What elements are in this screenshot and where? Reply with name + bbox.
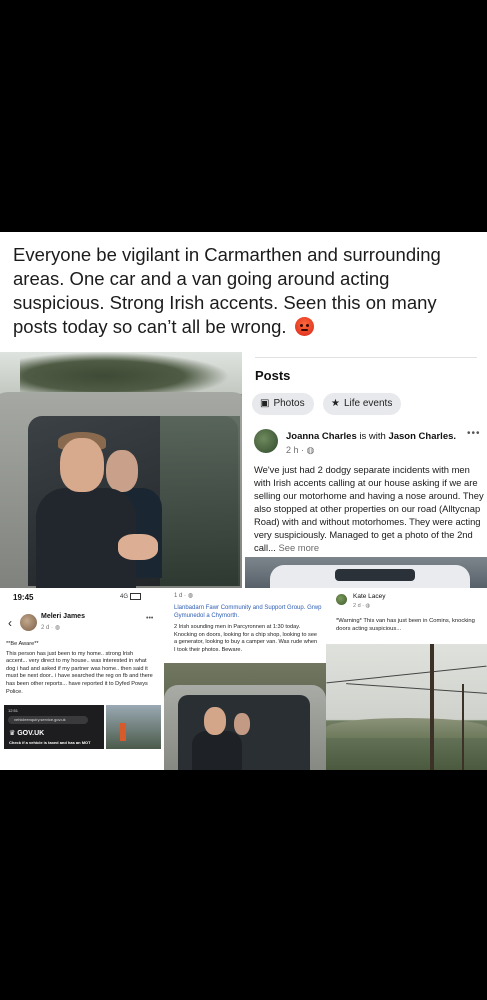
battery-icon <box>130 593 142 600</box>
avatar[interactable] <box>20 614 37 631</box>
crown-icon: ♛ <box>9 730 16 737</box>
status-icons: 4G <box>120 593 142 600</box>
post-time: 2 d · ◍ <box>353 603 371 609</box>
more-options-icon[interactable]: ••• <box>146 615 153 622</box>
see-more-link[interactable]: See more <box>276 542 319 553</box>
page-heading: Check if a vehicle is taxed and has an M… <box>9 740 91 745</box>
screenshot-llanbadarn-group: 1 d · ◍ Llanbadarn Fawr Community and Su… <box>164 588 326 770</box>
url-bar: vehicleenquiry.service.gov.uk <box>8 716 88 724</box>
globe-icon: ◍ <box>365 603 371 609</box>
post-author: Meleri James <box>41 613 85 620</box>
avatar[interactable] <box>254 429 278 453</box>
star-icon: ★ <box>331 398 340 409</box>
car-window-photo[interactable] <box>0 352 242 588</box>
group-name[interactable]: Llanbadarn Fawr Community and Support Gr… <box>174 604 322 620</box>
more-options-icon[interactable]: ••• <box>467 428 481 439</box>
gov-uk-screenshot[interactable]: 12:51 vehicleenquiry.service.gov.uk ♛ GO… <box>4 705 104 749</box>
screenshot-kate-lacey: Kate Lacey 2 d · ◍ *Warning* This van ha… <box>326 588 487 770</box>
van-photo[interactable] <box>245 557 487 588</box>
life-events-chip[interactable]: ★ Life events <box>323 393 402 415</box>
post-body: We've just had 2 dodgy separate incident… <box>254 464 484 553</box>
post-body: **Be Aware** This person has just been t… <box>6 641 153 695</box>
avatar[interactable] <box>336 594 347 605</box>
status-clock: 19:45 <box>13 593 34 602</box>
street-photo[interactable] <box>106 705 161 749</box>
post-panel: Everyone be vigilant in Carmarthen and s… <box>0 232 487 770</box>
post-text: Everyone be vigilant in Carmarthen and s… <box>13 243 483 339</box>
post-time: 1 d · ◍ <box>174 593 193 599</box>
globe-icon: ◍ <box>54 625 60 631</box>
photos-chip[interactable]: ▣ Photos <box>252 393 314 415</box>
post-time: 2 d · ◍ <box>41 625 60 631</box>
photos-icon: ▣ <box>260 398 270 409</box>
post-caption: Everyone be vigilant in Carmarthen and s… <box>13 244 441 337</box>
post-body: *Warning* This van has just been in Comi… <box>336 618 475 632</box>
back-arrow-icon[interactable]: ‹ <box>8 616 12 630</box>
post-time: 2 h · ◍ <box>286 445 315 455</box>
globe-icon: ◍ <box>187 593 193 599</box>
post-author: Joanna Charles is with Jason Charles. <box>286 431 457 442</box>
globe-icon: ◍ <box>306 445 315 455</box>
road-photo[interactable] <box>326 644 487 770</box>
car-photo[interactable] <box>164 663 326 770</box>
post-author: Kate Lacey <box>353 593 386 600</box>
facebook-post-card: Posts ▣ Photos ★ Life events Joanna Charle… <box>245 352 487 588</box>
gov-uk-logo: ♛ GOV.UK <box>9 730 45 737</box>
posts-heading: Posts <box>255 368 291 383</box>
angry-face-icon <box>294 317 314 336</box>
screenshot-meleri-james: 19:45 4G ‹ Meleri James 2 d · ◍ ••• **Be… <box>0 588 164 770</box>
post-body: 2 Irish sounding men in Parcyronnen at 1… <box>174 624 318 653</box>
